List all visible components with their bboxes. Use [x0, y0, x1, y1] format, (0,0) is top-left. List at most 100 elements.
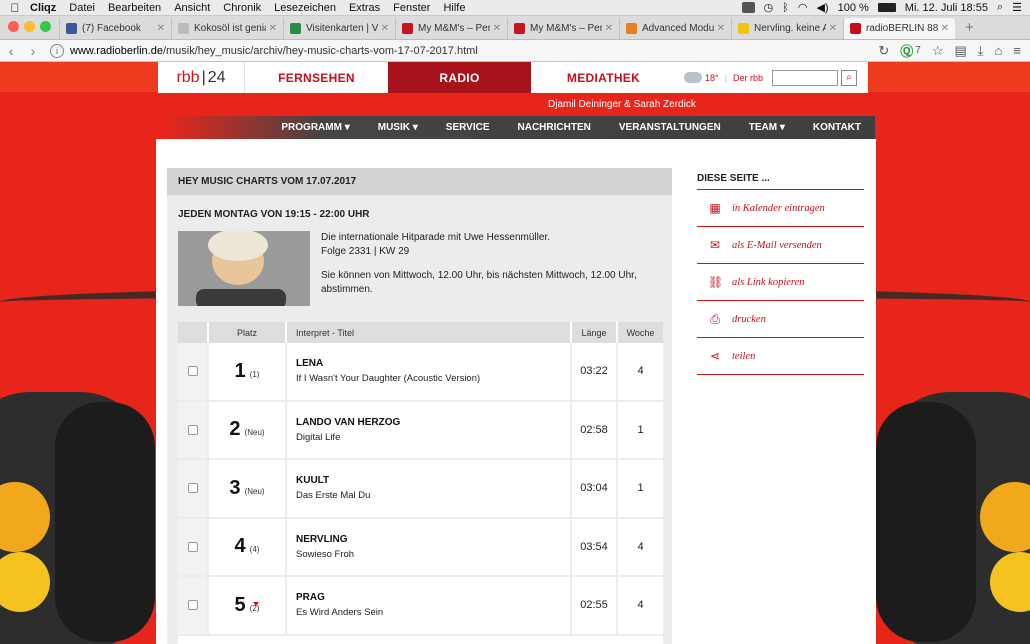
close-tab-icon[interactable]: ✕ [381, 23, 389, 34]
subnav-nachrichten[interactable]: NACHRICHTEN [518, 122, 591, 133]
previous-rank: (2) [249, 601, 260, 613]
menu-bearbeiten[interactable]: Bearbeiten [108, 2, 161, 14]
chart-row: 5 (2) PRAG Es Wird Anders Sein 02:55 4 [178, 577, 663, 636]
song-title: Es Wird Anders Sein [296, 607, 384, 619]
bluetooth-icon[interactable]: ᛒ [782, 2, 789, 14]
bookmark-star-icon[interactable]: ☆ [932, 43, 944, 59]
printer-icon: ⎙ [710, 311, 720, 326]
row-checkbox[interactable] [187, 483, 198, 494]
menu-lesezeichen[interactable]: Lesezeichen [274, 2, 336, 14]
site-topnav: rbb | 24 FERNSEHEN RADIO MEDIATHEK 18° | D… [158, 62, 868, 93]
browser-toolbar: ‹ › i www.radioberlin.de/musik/hey_music… [0, 40, 1030, 62]
close-tab-icon[interactable]: ✕ [717, 23, 725, 34]
window-controls [0, 21, 59, 39]
wifi-icon[interactable]: ◠ [798, 1, 808, 14]
spotlight-icon[interactable]: ⌕ [997, 1, 1003, 14]
subnav-service[interactable]: SERVICE [446, 122, 490, 133]
weather-temp[interactable]: 18° [705, 73, 719, 83]
sidebar-action[interactable]: ▦ in Kalender eintragen [697, 190, 864, 227]
new-tab-button[interactable]: + [955, 19, 986, 39]
download-icon[interactable]: ⤓ [978, 43, 984, 59]
menu-hilfe[interactable]: Hilfe [443, 2, 465, 14]
row-checkbox[interactable] [187, 366, 198, 377]
weeks-count: 4 [616, 518, 663, 575]
nav-mediathek[interactable]: MEDIATHEK [531, 62, 676, 93]
subnav-team[interactable]: TEAM ▾ [749, 122, 785, 133]
apple-icon[interactable]:  [0, 1, 30, 15]
status-app-icon[interactable] [741, 2, 755, 13]
menu-chronik[interactable]: Chronik [223, 2, 261, 14]
close-tab-icon[interactable]: ✕ [493, 23, 501, 34]
rbb24-logo[interactable]: rbb | 24 [158, 62, 245, 93]
rank-number: 5 [234, 593, 246, 616]
row-checkbox[interactable] [187, 424, 198, 435]
sidebar-action-label: in Kalender eintragen [732, 202, 825, 214]
close-tab-icon[interactable]: ✕ [157, 23, 165, 34]
extension-icon[interactable]: Ⓠ [900, 41, 913, 60]
song-length: 02:58 [570, 401, 616, 458]
sidebar-action[interactable]: ⋖ teilen [697, 338, 864, 375]
sidebar-action[interactable]: ✉ als E-Mail versenden [697, 227, 864, 264]
menu-ansicht[interactable]: Ansicht [174, 2, 210, 14]
sidebar-action[interactable]: ⎙ drucken [697, 301, 864, 338]
desc-line3: Sie können von Mittwoch, 12.00 Uhr, bis … [321, 270, 637, 295]
sidebar-action[interactable]: ⛓ als Link kopieren [697, 264, 864, 301]
tab-title: Advanced Modul [642, 23, 714, 34]
clock-status-icon[interactable]: ◷ [764, 1, 774, 14]
battery-percent[interactable]: 100 % [838, 2, 869, 14]
site-search-input[interactable] [771, 69, 838, 86]
forward-icon[interactable]: › [22, 43, 44, 59]
close-window-icon[interactable] [8, 21, 19, 32]
row-checkbox[interactable] [187, 600, 198, 611]
battery-icon[interactable] [877, 3, 896, 12]
notification-center-icon[interactable]: ☰ [1012, 1, 1022, 14]
menubar-clock[interactable]: Mi. 12. Juli 18:55 [905, 2, 988, 14]
browser-tab[interactable]: Advanced Modul ✕ [619, 18, 731, 39]
der-rbb-link[interactable]: Der rbb [733, 73, 763, 83]
song-length: 03:04 [570, 460, 616, 517]
minimize-window-icon[interactable] [24, 21, 35, 32]
browser-tab[interactable]: My M&M's – Pers ✕ [395, 18, 507, 39]
url-field[interactable]: www.radioberlin.de/musik/hey_music/archi… [70, 45, 878, 57]
browser-tab[interactable]: (7) Facebook ✕ [59, 18, 171, 39]
browser-tab[interactable]: Visitenkarten | Vi ✕ [283, 18, 395, 39]
extension-badge: 7 [915, 45, 921, 56]
previous-rank: (Neu) [244, 428, 265, 438]
close-tab-icon[interactable]: ✕ [269, 23, 277, 34]
search-icon[interactable]: ⌕ [840, 69, 857, 86]
song-title: Sowieso Froh [296, 548, 355, 560]
tab-title: Kokosöl ist genial, da [194, 23, 266, 34]
charts-panel: HEY MUSIC CHARTS VOM 17.07.2017 JEDEN MO… [167, 168, 672, 644]
subnav-veranstaltungen[interactable]: VERANSTALTUNGEN [619, 122, 721, 133]
menu-icon[interactable]: ≡ [1013, 43, 1021, 58]
browser-tab[interactable]: radioBERLIN 88,8✕ [843, 18, 955, 39]
browser-tab[interactable]: My M&M's – Pers ✕ [507, 18, 619, 39]
tab-favicon-icon [66, 23, 77, 34]
weeks-count: 1 [616, 460, 663, 517]
close-tab-icon[interactable]: ✕ [605, 23, 613, 34]
nav-fernsehen[interactable]: FERNSEHEN [245, 62, 388, 93]
menu-fenster[interactable]: Fenster [393, 2, 430, 14]
home-icon[interactable]: ⌂ [995, 43, 1003, 58]
song-title: Digital Life [296, 431, 341, 443]
row-checkbox[interactable] [187, 541, 198, 552]
browser-tab[interactable]: Kokosöl ist genial, da✕ [171, 18, 283, 39]
charts-title: HEY MUSIC CHARTS VOM 17.07.2017 [167, 168, 672, 195]
back-icon[interactable]: ‹ [0, 43, 22, 59]
host-photo-image [178, 231, 310, 306]
menu-datei[interactable]: Datei [69, 2, 95, 14]
subnav-musik[interactable]: MUSIK ▾ [378, 122, 418, 133]
close-tab-icon[interactable]: ✕ [941, 23, 949, 34]
reload-icon[interactable]: ↻ [878, 43, 889, 59]
reader-icon[interactable]: ▤ [955, 43, 967, 59]
subnav-programm[interactable]: PROGRAMM ▾ [281, 122, 349, 133]
nav-radio[interactable]: RADIO [388, 62, 531, 93]
browser-tab[interactable]: Nervling. keine A ✕ [731, 18, 843, 39]
menu-extras[interactable]: Extras [349, 2, 380, 14]
menu-app[interactable]: Cliqz [30, 2, 56, 14]
zoom-window-icon[interactable] [40, 21, 51, 32]
close-tab-icon[interactable]: ✕ [829, 23, 837, 34]
volume-icon[interactable]: ◀) [816, 1, 828, 14]
subnav-kontakt[interactable]: KONTAKT [813, 122, 861, 133]
info-icon[interactable]: i [50, 43, 64, 58]
